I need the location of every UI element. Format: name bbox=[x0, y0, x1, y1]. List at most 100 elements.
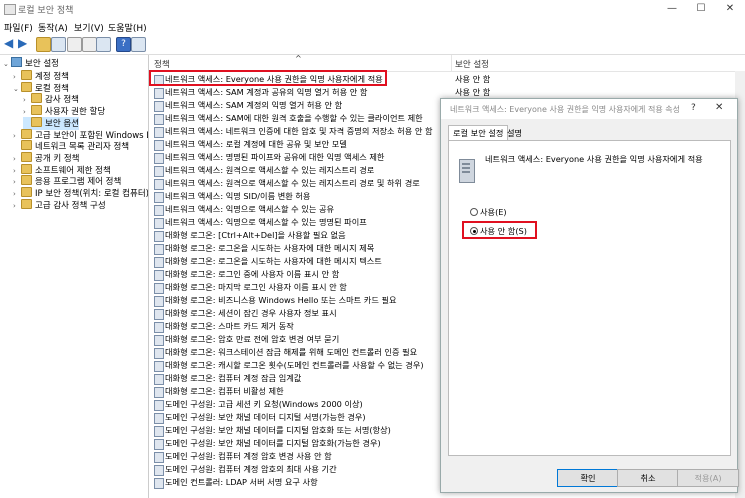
policy-item-icon bbox=[154, 439, 164, 450]
navigation-tree: ⌄ 보안 설정 › 계정 정책 ⌄ 로컬 정책 › 감사 정책 › 사용자 권한 할당 보안 옵션… bbox=[0, 55, 149, 498]
radio-enabled[interactable] bbox=[470, 208, 478, 216]
policy-name-cell: 도메인 컨트롤러: LDAP 서버 서명 요구 사항 bbox=[165, 477, 318, 487]
tree-item-label: 소프트웨어 제한 정책 bbox=[35, 165, 111, 176]
maximize-button[interactable]: ☐ bbox=[687, 0, 715, 18]
policy-item-icon bbox=[154, 426, 164, 437]
tree-item-label: 고급 감사 정책 구성 bbox=[35, 200, 106, 211]
forward-arrow-icon[interactable]: ▶ bbox=[18, 37, 31, 50]
policy-item-icon bbox=[154, 400, 164, 411]
menu-view[interactable]: 보기(V) bbox=[74, 21, 104, 34]
policy-item-icon bbox=[154, 270, 164, 281]
policy-name-cell: 대화형 로그온: 암호 만료 전에 암호 변경 여부 묻기 bbox=[165, 334, 340, 344]
policy-item-icon bbox=[154, 166, 164, 177]
folder-icon bbox=[31, 105, 42, 116]
policy-item-icon bbox=[154, 205, 164, 216]
refresh-icon[interactable] bbox=[82, 37, 97, 52]
policy-name-cell: 도메인 구성원: 보안 채널 데이터 디지털 서명(가능한 경우) bbox=[165, 412, 366, 422]
policy-name-cell: 네트워크 액세스: 로컬 계정에 대한 공유 및 보안 모델 bbox=[165, 139, 347, 149]
policy-name-cell: 네트워크 액세스: 원격으로 액세스할 수 있는 레지스트리 경로 bbox=[165, 165, 375, 175]
show-hide-tree-icon[interactable] bbox=[51, 37, 66, 52]
folder-icon bbox=[21, 140, 32, 151]
tree-item-label: 응용 프로그램 제어 정책 bbox=[35, 177, 122, 188]
column-policy[interactable]: 정책 bbox=[154, 58, 170, 70]
app-icon bbox=[4, 4, 16, 15]
tree-item[interactable]: › 고급 감사 정책 구성 bbox=[13, 198, 106, 213]
policy-item-icon bbox=[154, 465, 164, 476]
policy-item-icon bbox=[154, 361, 164, 372]
expander-icon[interactable]: ⌄ bbox=[13, 83, 21, 96]
tree-item-label: IP 보안 정책(위치: 로컬 컴퓨터) bbox=[35, 189, 149, 199]
policy-name-cell: 대화형 로그온: 컴퓨터 비활성 제한 bbox=[165, 386, 284, 396]
policy-item-icon bbox=[154, 387, 164, 398]
policy-item-icon bbox=[154, 309, 164, 320]
policy-name-cell: 네트워크 액세스: 익명 SID/이름 변환 허용 bbox=[165, 191, 311, 201]
tree-item-label: 로컬 정책 bbox=[35, 83, 69, 94]
policy-item-icon bbox=[154, 374, 164, 385]
help-icon[interactable]: ? bbox=[116, 37, 131, 52]
window-title: 로컬 보안 정책 bbox=[18, 6, 74, 16]
column-divider[interactable] bbox=[451, 55, 452, 71]
policy-item-icon bbox=[154, 231, 164, 242]
apply-button[interactable]: 적용(A) bbox=[677, 469, 739, 487]
menu-help[interactable]: 도움말(H) bbox=[108, 21, 147, 34]
expander-icon[interactable]: › bbox=[13, 200, 21, 213]
policy-name-cell: 네트워크 액세스: 네트워크 인증에 대한 암호 및 자격 증명의 저장소 허용… bbox=[165, 126, 433, 136]
policy-name-cell: 대화형 로그온: 워크스테이션 잠금 해제를 위해 도메인 컨트롤러 인증 필요 bbox=[165, 347, 418, 357]
dialog-help-button[interactable]: ? bbox=[691, 103, 696, 113]
radio-enabled-label[interactable]: 사용(E) bbox=[480, 206, 507, 218]
sort-arrow-icon: ^ bbox=[295, 55, 302, 63]
folder-icon bbox=[21, 175, 32, 186]
up-folder-icon[interactable] bbox=[36, 37, 51, 52]
folder-icon bbox=[21, 187, 32, 197]
toolbar: ◀ ▶ ? bbox=[0, 34, 745, 55]
policy-name-cell: 대화형 로그온: 컴퓨터 계정 잠금 임계값 bbox=[165, 373, 302, 383]
policy-name-cell: 대화형 로그온: [Ctrl+Alt+Del]을 사용할 필요 없음 bbox=[165, 230, 346, 240]
menu-action[interactable]: 동작(A) bbox=[38, 21, 68, 34]
tab-panel: 네트워크 액세스: Everyone 사용 권한을 익명 사용자에게 적용 사용… bbox=[448, 140, 731, 456]
policy-item-icon bbox=[154, 192, 164, 203]
properties-icon[interactable] bbox=[131, 37, 146, 52]
folder-icon bbox=[31, 116, 42, 127]
policy-name-cell: 네트워크 액세스: SAM에 대한 원격 호출을 수행할 수 있는 클라이언트 … bbox=[165, 113, 423, 123]
policy-item-icon bbox=[154, 413, 164, 424]
tree-item-label: 사용자 권한 할당 bbox=[45, 107, 106, 118]
minimize-button[interactable]: — bbox=[658, 0, 686, 18]
close-button[interactable]: ✕ bbox=[716, 0, 744, 18]
policy-item-icon bbox=[154, 179, 164, 190]
policy-item-icon bbox=[154, 140, 164, 151]
policy-name-cell: 도메인 구성원: 컴퓨터 계정 암호 변경 사용 안 함 bbox=[165, 451, 332, 461]
menu-file[interactable]: 파일(F) bbox=[4, 21, 33, 34]
back-arrow-icon[interactable]: ◀ bbox=[4, 37, 17, 50]
policy-name-cell: 네트워크 액세스: 익명으로 액세스할 수 있는 명명된 파이프 bbox=[165, 217, 367, 227]
ok-button[interactable]: 확인 bbox=[557, 469, 619, 487]
column-security-setting[interactable]: 보안 설정 bbox=[455, 58, 489, 70]
policy-name-cell: 도메인 구성원: 컴퓨터 계정 암호의 최대 사용 기간 bbox=[165, 464, 337, 474]
tree-root-security-settings[interactable]: ⌄ 보안 설정 bbox=[3, 57, 59, 70]
dialog-title-bar: 네트워크 액세스: Everyone 사용 권한을 익명 사용자에게 적용 속성… bbox=[441, 99, 737, 119]
folder-icon bbox=[21, 163, 32, 174]
policy-item-icon bbox=[154, 452, 164, 463]
policy-name-cell: 대화형 로그온: 로그인 중에 사용자 이름 표시 안 함 bbox=[165, 269, 340, 279]
policy-item-icon bbox=[154, 153, 164, 164]
folder-icon bbox=[21, 128, 32, 139]
policy-name-cell: 도메인 구성원: 보안 채널 데이터를 디지털 암호화 또는 서명(항상) bbox=[165, 425, 391, 435]
policy-item-icon bbox=[154, 101, 164, 112]
collapse-icon[interactable]: ⌄ bbox=[3, 58, 11, 71]
policy-name-cell: 대화형 로그온: 비즈니스용 Windows Hello 또는 스마트 카드 필… bbox=[165, 295, 397, 305]
tab-local-security-setting[interactable]: 로컬 보안 설정 bbox=[448, 125, 509, 141]
policy-name-cell: 도메인 구성원: 보안 채널 데이터를 디지털 암호화(가능한 경우) bbox=[165, 438, 381, 448]
policy-name-cell: 네트워크 액세스: 원격으로 액세스할 수 있는 레지스트리 경로 및 하위 경… bbox=[165, 178, 420, 188]
policy-name-cell: 대화형 로그온: 로그온을 시도하는 사용자에 대한 메시지 제목 bbox=[165, 243, 375, 253]
policy-item-icon bbox=[154, 88, 164, 99]
cancel-button[interactable]: 취소 bbox=[617, 469, 679, 487]
tab-explain[interactable]: 설명 bbox=[503, 126, 526, 140]
tree-item-label: 계정 정책 bbox=[35, 72, 69, 82]
copy-icon[interactable] bbox=[67, 37, 82, 52]
properties-dialog: 네트워크 액세스: Everyone 사용 권한을 익명 사용자에게 적용 속성… bbox=[440, 98, 739, 493]
policy-item-icon bbox=[154, 127, 164, 138]
tree-item-label: 네트워크 목록 관리자 정책 bbox=[35, 142, 130, 153]
policy-name-cell: 대화형 로그온: 로그온을 시도하는 사용자에 대한 메시지 텍스트 bbox=[165, 256, 382, 266]
export-list-icon[interactable] bbox=[96, 37, 111, 52]
dialog-close-button[interactable]: ✕ bbox=[715, 102, 723, 113]
policy-item-icon bbox=[154, 296, 164, 307]
